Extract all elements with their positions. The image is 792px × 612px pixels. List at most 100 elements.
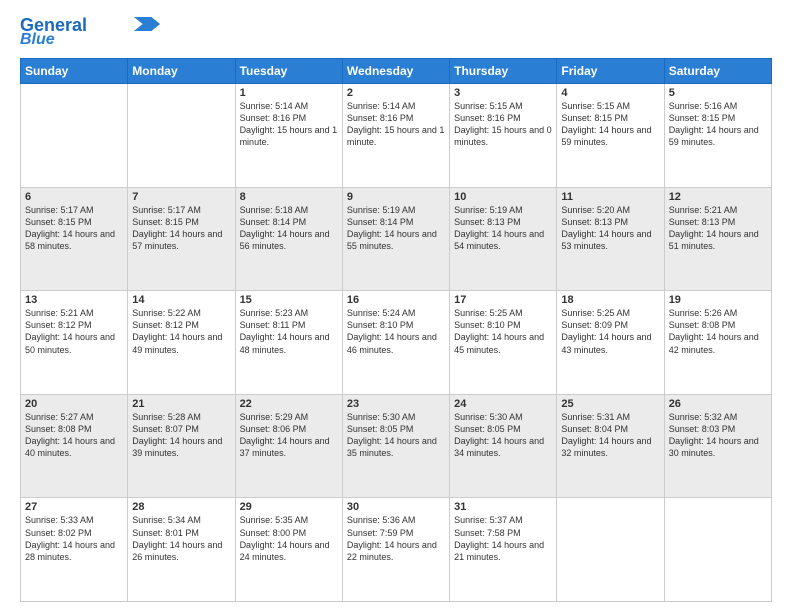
day-number: 15 — [240, 294, 338, 306]
day-info: Sunrise: 5:16 AMSunset: 8:15 PMDaylight:… — [669, 100, 767, 149]
day-number: 31 — [454, 501, 552, 513]
calendar-cell: 31 Sunrise: 5:37 AMSunset: 7:58 PMDaylig… — [450, 498, 557, 602]
weekday-header-row: SundayMondayTuesdayWednesdayThursdayFrid… — [21, 59, 772, 84]
calendar-week-1: 1 Sunrise: 5:14 AMSunset: 8:16 PMDayligh… — [21, 84, 772, 188]
day-number: 12 — [669, 191, 767, 203]
calendar-cell: 14 Sunrise: 5:22 AMSunset: 8:12 PMDaylig… — [128, 291, 235, 395]
day-number: 13 — [25, 294, 123, 306]
day-number: 18 — [561, 294, 659, 306]
day-info: Sunrise: 5:21 AMSunset: 8:12 PMDaylight:… — [25, 307, 123, 356]
day-info: Sunrise: 5:18 AMSunset: 8:14 PMDaylight:… — [240, 204, 338, 253]
weekday-header-wednesday: Wednesday — [342, 59, 449, 84]
day-info: Sunrise: 5:28 AMSunset: 8:07 PMDaylight:… — [132, 411, 230, 460]
day-info: Sunrise: 5:36 AMSunset: 7:59 PMDaylight:… — [347, 514, 445, 563]
calendar-cell — [21, 84, 128, 188]
day-info: Sunrise: 5:23 AMSunset: 8:11 PMDaylight:… — [240, 307, 338, 356]
day-info: Sunrise: 5:29 AMSunset: 8:06 PMDaylight:… — [240, 411, 338, 460]
day-info: Sunrise: 5:22 AMSunset: 8:12 PMDaylight:… — [132, 307, 230, 356]
day-number: 25 — [561, 398, 659, 410]
day-info: Sunrise: 5:30 AMSunset: 8:05 PMDaylight:… — [454, 411, 552, 460]
day-info: Sunrise: 5:19 AMSunset: 8:13 PMDaylight:… — [454, 204, 552, 253]
day-info: Sunrise: 5:15 AMSunset: 8:16 PMDaylight:… — [454, 100, 552, 149]
day-info: Sunrise: 5:25 AMSunset: 8:09 PMDaylight:… — [561, 307, 659, 356]
day-info: Sunrise: 5:20 AMSunset: 8:13 PMDaylight:… — [561, 204, 659, 253]
calendar-cell: 17 Sunrise: 5:25 AMSunset: 8:10 PMDaylig… — [450, 291, 557, 395]
logo: General Blue — [20, 16, 161, 48]
calendar-cell: 2 Sunrise: 5:14 AMSunset: 8:16 PMDayligh… — [342, 84, 449, 188]
calendar-cell — [128, 84, 235, 188]
day-number: 7 — [132, 191, 230, 203]
day-info: Sunrise: 5:24 AMSunset: 8:10 PMDaylight:… — [347, 307, 445, 356]
weekday-header-friday: Friday — [557, 59, 664, 84]
day-number: 29 — [240, 501, 338, 513]
page: General Blue SundayMondayTuesdayWednesda… — [0, 0, 792, 612]
day-number: 1 — [240, 87, 338, 99]
calendar-cell: 3 Sunrise: 5:15 AMSunset: 8:16 PMDayligh… — [450, 84, 557, 188]
calendar-cell: 12 Sunrise: 5:21 AMSunset: 8:13 PMDaylig… — [664, 187, 771, 291]
day-number: 26 — [669, 398, 767, 410]
calendar-cell: 6 Sunrise: 5:17 AMSunset: 8:15 PMDayligh… — [21, 187, 128, 291]
weekday-header-thursday: Thursday — [450, 59, 557, 84]
calendar-cell: 26 Sunrise: 5:32 AMSunset: 8:03 PMDaylig… — [664, 394, 771, 498]
calendar-cell: 15 Sunrise: 5:23 AMSunset: 8:11 PMDaylig… — [235, 291, 342, 395]
calendar-week-3: 13 Sunrise: 5:21 AMSunset: 8:12 PMDaylig… — [21, 291, 772, 395]
calendar-cell: 16 Sunrise: 5:24 AMSunset: 8:10 PMDaylig… — [342, 291, 449, 395]
calendar-cell: 22 Sunrise: 5:29 AMSunset: 8:06 PMDaylig… — [235, 394, 342, 498]
calendar-week-5: 27 Sunrise: 5:33 AMSunset: 8:02 PMDaylig… — [21, 498, 772, 602]
calendar-week-4: 20 Sunrise: 5:27 AMSunset: 8:08 PMDaylig… — [21, 394, 772, 498]
day-number: 5 — [669, 87, 767, 99]
day-number: 19 — [669, 294, 767, 306]
calendar-cell: 11 Sunrise: 5:20 AMSunset: 8:13 PMDaylig… — [557, 187, 664, 291]
day-number: 24 — [454, 398, 552, 410]
calendar-cell: 21 Sunrise: 5:28 AMSunset: 8:07 PMDaylig… — [128, 394, 235, 498]
day-info: Sunrise: 5:15 AMSunset: 8:15 PMDaylight:… — [561, 100, 659, 149]
day-info: Sunrise: 5:37 AMSunset: 7:58 PMDaylight:… — [454, 514, 552, 563]
calendar-cell: 25 Sunrise: 5:31 AMSunset: 8:04 PMDaylig… — [557, 394, 664, 498]
calendar-cell: 5 Sunrise: 5:16 AMSunset: 8:15 PMDayligh… — [664, 84, 771, 188]
calendar-table: SundayMondayTuesdayWednesdayThursdayFrid… — [20, 58, 772, 602]
weekday-header-monday: Monday — [128, 59, 235, 84]
calendar-cell: 4 Sunrise: 5:15 AMSunset: 8:15 PMDayligh… — [557, 84, 664, 188]
day-info: Sunrise: 5:25 AMSunset: 8:10 PMDaylight:… — [454, 307, 552, 356]
day-number: 6 — [25, 191, 123, 203]
calendar-cell: 28 Sunrise: 5:34 AMSunset: 8:01 PMDaylig… — [128, 498, 235, 602]
day-number: 14 — [132, 294, 230, 306]
logo-blue-text: Blue — [20, 32, 55, 48]
calendar-cell: 7 Sunrise: 5:17 AMSunset: 8:15 PMDayligh… — [128, 187, 235, 291]
calendar-cell: 9 Sunrise: 5:19 AMSunset: 8:14 PMDayligh… — [342, 187, 449, 291]
day-number: 28 — [132, 501, 230, 513]
day-info: Sunrise: 5:33 AMSunset: 8:02 PMDaylight:… — [25, 514, 123, 563]
day-number: 4 — [561, 87, 659, 99]
calendar-cell: 1 Sunrise: 5:14 AMSunset: 8:16 PMDayligh… — [235, 84, 342, 188]
calendar-cell: 23 Sunrise: 5:30 AMSunset: 8:05 PMDaylig… — [342, 394, 449, 498]
calendar-cell: 19 Sunrise: 5:26 AMSunset: 8:08 PMDaylig… — [664, 291, 771, 395]
calendar-cell: 24 Sunrise: 5:30 AMSunset: 8:05 PMDaylig… — [450, 394, 557, 498]
day-number: 2 — [347, 87, 445, 99]
day-info: Sunrise: 5:17 AMSunset: 8:15 PMDaylight:… — [25, 204, 123, 253]
day-number: 21 — [132, 398, 230, 410]
day-number: 11 — [561, 191, 659, 203]
day-info: Sunrise: 5:30 AMSunset: 8:05 PMDaylight:… — [347, 411, 445, 460]
day-number: 17 — [454, 294, 552, 306]
day-number: 23 — [347, 398, 445, 410]
logo-icon — [133, 17, 161, 31]
header: General Blue — [20, 16, 772, 48]
day-info: Sunrise: 5:31 AMSunset: 8:04 PMDaylight:… — [561, 411, 659, 460]
day-number: 16 — [347, 294, 445, 306]
calendar-cell — [664, 498, 771, 602]
day-info: Sunrise: 5:27 AMSunset: 8:08 PMDaylight:… — [25, 411, 123, 460]
calendar-cell: 13 Sunrise: 5:21 AMSunset: 8:12 PMDaylig… — [21, 291, 128, 395]
day-number: 22 — [240, 398, 338, 410]
calendar-cell: 18 Sunrise: 5:25 AMSunset: 8:09 PMDaylig… — [557, 291, 664, 395]
weekday-header-sunday: Sunday — [21, 59, 128, 84]
day-info: Sunrise: 5:34 AMSunset: 8:01 PMDaylight:… — [132, 514, 230, 563]
weekday-header-saturday: Saturday — [664, 59, 771, 84]
weekday-header-tuesday: Tuesday — [235, 59, 342, 84]
day-info: Sunrise: 5:17 AMSunset: 8:15 PMDaylight:… — [132, 204, 230, 253]
day-info: Sunrise: 5:35 AMSunset: 8:00 PMDaylight:… — [240, 514, 338, 563]
calendar-cell: 30 Sunrise: 5:36 AMSunset: 7:59 PMDaylig… — [342, 498, 449, 602]
day-info: Sunrise: 5:21 AMSunset: 8:13 PMDaylight:… — [669, 204, 767, 253]
day-info: Sunrise: 5:19 AMSunset: 8:14 PMDaylight:… — [347, 204, 445, 253]
calendar-cell: 8 Sunrise: 5:18 AMSunset: 8:14 PMDayligh… — [235, 187, 342, 291]
day-number: 27 — [25, 501, 123, 513]
